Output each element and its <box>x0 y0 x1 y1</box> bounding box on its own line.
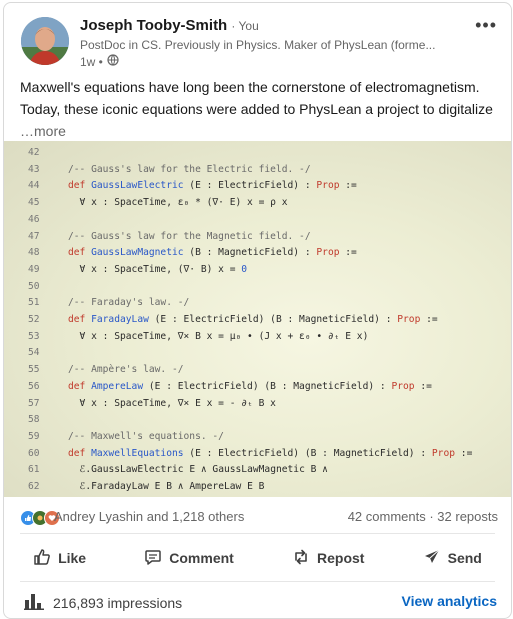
impressions-count: 216,893 impressions <box>53 594 183 611</box>
post-card: Joseph Tooby-Smith · You PostDoc in CS. … <box>3 2 512 619</box>
post-text: Maxwell's equations have long been the c… <box>20 76 498 142</box>
code-line: 54 <box>4 344 511 361</box>
line-number: 48 <box>28 247 40 259</box>
code-line: 44 def GaussLawElectric (E : ElectricFiel… <box>4 177 511 194</box>
send-label: Send <box>447 550 482 566</box>
code-line: 50 <box>4 278 511 295</box>
code-line: 57 ∀ x : SpaceTime, ∇× E x = - ∂ₜ B x <box>4 395 511 412</box>
line-number: 55 <box>28 364 40 376</box>
code-text: ∀ x : SpaceTime, (∇· B) x = 0 <box>68 263 248 275</box>
line-number: 46 <box>28 213 40 225</box>
globe-icon <box>107 54 119 69</box>
code-line: 59 /-- Maxwell's equations. -/ <box>4 428 511 445</box>
send-icon <box>423 548 441 569</box>
code-line: 48 def GaussLawMagnetic (B : MagneticFiel… <box>4 244 511 261</box>
line-number: 52 <box>28 314 40 325</box>
line-number: 44 <box>28 180 40 192</box>
code-text: def MaxwellEquations (E : ElectricField)… <box>68 447 473 459</box>
line-number: 47 <box>28 230 40 242</box>
reactions-count[interactable]: Andrey Lyashin and 1,218 others <box>54 509 244 524</box>
line-number: 49 <box>28 263 40 275</box>
like-label: Like <box>58 550 87 566</box>
like-button[interactable]: Like <box>23 539 96 577</box>
line-number: 51 <box>28 297 40 309</box>
code-line: 43 /-- Gauss's law for the Electric field… <box>4 161 511 178</box>
code-line: 52 def FaradayLaw (E : ElectricField) (B … <box>4 311 511 328</box>
code-text: ℰ.GaussLawElectric E ∧ GaussLawMagnetic … <box>68 464 328 476</box>
code-line: 42 <box>4 144 511 161</box>
comment-icon <box>144 548 162 569</box>
code-line: 58 <box>4 411 511 428</box>
divider <box>20 581 495 582</box>
line-number: 59 <box>28 430 40 442</box>
repost-button[interactable]: Repost <box>282 539 374 577</box>
comments-reposts-count[interactable]: 42 comments · 32 reposts <box>348 509 498 524</box>
send-button[interactable]: Send <box>413 539 492 577</box>
code-line: 45 ∀ x : SpaceTime, ε₀ * (∇· E) x = ρ x <box>4 194 511 211</box>
impressions: 216,893 impressions <box>24 592 182 613</box>
code-line: 56 def AmpereLaw (E : ElectricField) (B :… <box>4 378 511 395</box>
line-number: 45 <box>28 197 40 209</box>
line-number: 54 <box>28 347 40 359</box>
author-headline: PostDoc in CS. Previously in Physics. Ma… <box>80 38 436 52</box>
code-line: 46 <box>4 211 511 228</box>
line-number: 50 <box>28 280 40 292</box>
code-image[interactable]: 42 43 /-- Gauss's law for the Electric fie… <box>4 141 511 497</box>
author-name[interactable]: Joseph Tooby-Smith · You <box>80 17 259 34</box>
author-name-text[interactable]: Joseph Tooby-Smith <box>80 17 227 34</box>
comment-button[interactable]: Comment <box>134 539 244 577</box>
view-analytics-link[interactable]: View analytics <box>402 593 497 609</box>
line-number: 62 <box>28 481 40 492</box>
line-number: 42 <box>28 147 40 158</box>
social-counts: Andrey Lyashin and 1,218 others 42 comme… <box>20 509 498 527</box>
code-text: /-- Maxwell's equations. -/ <box>68 430 224 442</box>
comment-label: Comment <box>169 550 234 566</box>
post-time: 1w • <box>80 54 119 69</box>
line-number: 53 <box>28 330 40 342</box>
code-text: ∀ x : SpaceTime, ∇× E x = - ∂ₜ B x <box>68 397 276 409</box>
code-line: 47 /-- Gauss's law for the Magnetic field… <box>4 228 511 245</box>
action-bar: Like Comment Repost Send <box>4 539 511 577</box>
code-text: /-- Gauss's law for the Magnetic field. … <box>68 230 311 242</box>
line-number: 56 <box>28 380 40 392</box>
code-text: ∀ x : SpaceTime, ∇× B x = μ₀ • (J x + ε₀… <box>68 330 369 342</box>
code-text: /-- Ampère's law. -/ <box>68 364 184 376</box>
reaction-icons[interactable] <box>20 510 60 526</box>
more-options-button[interactable]: ••• <box>475 15 497 36</box>
repost-icon <box>292 548 310 569</box>
line-number: 58 <box>28 414 40 426</box>
bar-chart-icon <box>24 592 44 613</box>
code-line: 61 ℰ.GaussLawElectric E ∧ GaussLawMagnet… <box>4 461 511 478</box>
divider <box>20 533 495 534</box>
code-text: def FaradayLaw (E : ElectricField) (B : … <box>68 314 438 325</box>
line-number: 43 <box>28 163 40 175</box>
code-text: ℰ.FaradayLaw E B ∧ AmpereLaw E B <box>68 481 265 492</box>
avatar[interactable] <box>21 17 69 65</box>
code-text: /-- Faraday's law. -/ <box>68 297 190 309</box>
repost-label: Repost <box>317 550 365 566</box>
post-time-text: 1w • <box>80 54 103 69</box>
code-line: 49 ∀ x : SpaceTime, (∇· B) x = 0 <box>4 261 511 278</box>
code-text: ∀ x : SpaceTime, ε₀ * (∇· E) x = ρ x <box>68 197 288 209</box>
code-line: 53 ∀ x : SpaceTime, ∇× B x = μ₀ • (J x +… <box>4 328 511 345</box>
code-line: 51 /-- Faraday's law. -/ <box>4 294 511 311</box>
code-text: def GaussLawMagnetic (B : MagneticField)… <box>68 247 357 259</box>
code-text: def AmpereLaw (E : ElectricField) (B : M… <box>68 380 432 392</box>
you-label: · You <box>231 19 259 33</box>
thumbs-up-icon <box>33 548 51 569</box>
code-text: /-- Gauss's law for the Electric field. … <box>68 163 311 175</box>
code-text: def GaussLawElectric (E : ElectricField)… <box>68 180 357 192</box>
code-line: 60 def MaxwellEquations (E : ElectricFiel… <box>4 445 511 462</box>
line-number: 57 <box>28 397 40 409</box>
code-line: 62 ℰ.FaradayLaw E B ∧ AmpereLaw E B <box>4 478 511 495</box>
see-more-link[interactable]: …more <box>20 123 66 139</box>
post-body: Maxwell's equations have long been the c… <box>20 79 493 117</box>
code-line: 55 /-- Ampère's law. -/ <box>4 361 511 378</box>
line-number: 61 <box>28 464 40 476</box>
line-number: 60 <box>28 447 40 459</box>
